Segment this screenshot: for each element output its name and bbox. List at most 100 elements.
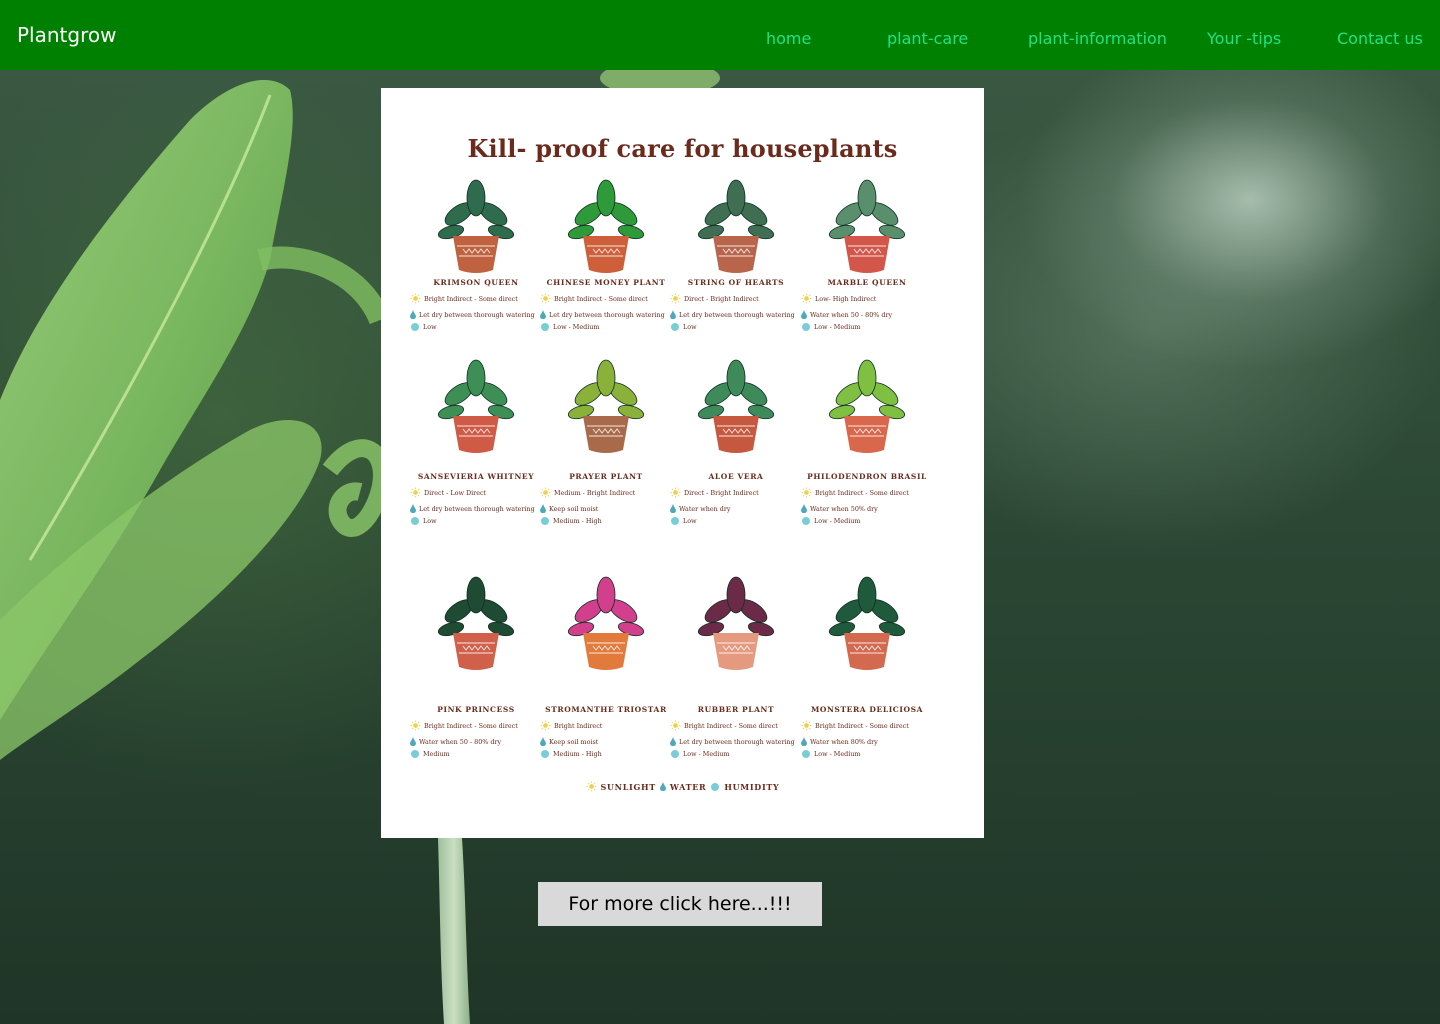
more-info-button[interactable]: For more click here...!!!	[538, 882, 822, 926]
water-requirement: Keep soil moist	[540, 737, 676, 746]
plant-card	[666, 176, 806, 276]
light-text: Direct - Bright Indirect	[684, 294, 759, 303]
nav-link-home[interactable]: home	[766, 29, 811, 48]
humidity-dot-icon	[541, 323, 549, 331]
plant-illustration	[697, 359, 775, 453]
water-text: Water when dry	[679, 504, 731, 513]
water-requirement: Let dry between thorough watering	[670, 310, 806, 319]
water-text: Keep soil moist	[549, 504, 599, 513]
plant-card	[797, 176, 937, 276]
plant-illustration	[697, 179, 775, 273]
humidity-dot-icon	[411, 323, 419, 331]
water-text: Let dry between thorough watering	[549, 310, 665, 319]
plant-illustration	[567, 576, 645, 670]
site-brand[interactable]: Plantgrow	[17, 23, 116, 47]
humidity-dot-icon	[802, 750, 810, 758]
water-text: Let dry between thorough watering	[419, 310, 535, 319]
light-requirement: Bright Indirect - Some direct	[410, 293, 546, 304]
humidity-text: Low	[423, 517, 437, 525]
humidity-requirement: Low	[670, 323, 806, 331]
plant-illustration	[828, 576, 906, 670]
plant-card	[406, 176, 546, 276]
light-requirement: Bright Indirect - Some direct	[540, 293, 676, 304]
nav-link-contact-us[interactable]: Contact us	[1337, 29, 1423, 48]
light-requirement: Low- High Indirect	[801, 293, 937, 304]
humidity-text: Low - Medium	[814, 323, 861, 331]
light-text: Bright Indirect - Some direct	[684, 721, 778, 730]
water-text: Water when 50% dry	[810, 504, 878, 513]
plant-name: Stromanthe Triostar	[545, 705, 667, 714]
plant-illustration	[697, 576, 775, 670]
plant-illustration	[567, 359, 645, 453]
water-requirement: Let dry between thorough watering	[410, 310, 546, 319]
humidity-requirement: Medium - High	[540, 517, 676, 525]
humidity-requirement: Low - Medium	[670, 750, 806, 758]
plant-card	[406, 543, 546, 673]
top-navigation-bar: Plantgrow home plant-care plant-informat…	[0, 0, 1440, 70]
light-text: Bright Indirect - Some direct	[424, 721, 518, 730]
water-text: Let dry between thorough watering	[679, 310, 795, 319]
humidity-dot-icon	[671, 517, 679, 525]
water-drop-icon	[410, 504, 416, 513]
plant-illustration	[437, 359, 515, 453]
humidity-text: Low	[423, 323, 437, 331]
water-drop-icon	[410, 310, 416, 319]
light-requirement: Bright Indirect	[540, 720, 676, 731]
humidity-dot-icon	[671, 750, 679, 758]
plant-illustration	[567, 179, 645, 273]
humidity-text: Low - Medium	[683, 750, 730, 758]
water-requirement: Water when 50 - 80% dry	[410, 737, 546, 746]
sun-icon	[670, 720, 681, 731]
water-drop-icon	[670, 310, 676, 319]
poster-legend: Sunlight Water Humidity	[381, 781, 984, 792]
legend-humidity: Humidity	[724, 781, 780, 792]
plant-card	[797, 356, 937, 456]
sun-icon	[410, 720, 421, 731]
legend-water: Water	[669, 781, 707, 792]
humidity-text: Medium	[423, 750, 450, 758]
water-requirement: Keep soil moist	[540, 504, 676, 513]
humidity-dot-icon	[711, 782, 720, 791]
water-requirement: Water when dry	[670, 504, 806, 513]
plant-card	[536, 176, 676, 276]
light-requirement: Bright Indirect - Some direct	[670, 720, 806, 731]
plant-care-info: Philodendron Brasil Bright Indirect - Som…	[797, 472, 937, 525]
plant-name: Philodendron Brasil	[807, 472, 927, 481]
water-drop-icon	[670, 737, 676, 746]
nav-link-plant-information[interactable]: plant-information	[1028, 29, 1167, 48]
plant-care-info: Stromanthe Triostar Bright Indirect Keep s…	[536, 705, 676, 758]
water-requirement: Water when 80% dry	[801, 737, 937, 746]
water-drop-icon	[801, 310, 807, 319]
plant-illustration	[828, 359, 906, 453]
light-text: Bright Indirect - Some direct	[424, 294, 518, 303]
sun-icon	[540, 293, 551, 304]
light-requirement: Bright Indirect - Some direct	[801, 720, 937, 731]
humidity-text: Medium - High	[553, 750, 602, 758]
plant-name: Pink Princess	[437, 705, 515, 714]
light-text: Bright Indirect - Some direct	[554, 294, 648, 303]
light-requirement: Medium - Bright Indirect	[540, 487, 676, 498]
sun-icon	[410, 293, 421, 304]
sun-icon	[670, 293, 681, 304]
light-text: Bright Indirect - Some direct	[815, 721, 909, 730]
humidity-text: Medium - High	[553, 517, 602, 525]
humidity-dot-icon	[411, 750, 419, 758]
plant-care-info: Sansevieria Whitney Direct - Low Direct Le…	[406, 472, 546, 525]
plant-card	[536, 356, 676, 456]
plant-care-info: Krimson Queen Bright Indirect - Some dire…	[406, 278, 546, 331]
humidity-requirement: Medium - High	[540, 750, 676, 758]
plant-name: Prayer Plant	[569, 472, 643, 481]
humidity-dot-icon	[541, 750, 549, 758]
plant-illustration	[437, 179, 515, 273]
sun-icon	[801, 720, 812, 731]
humidity-requirement: Medium	[410, 750, 546, 758]
sun-icon	[540, 487, 551, 498]
nav-link-plant-care[interactable]: plant-care	[887, 29, 968, 48]
water-text: Water when 80% dry	[810, 737, 878, 746]
humidity-text: Low - Medium	[814, 750, 861, 758]
nav-link-your-tips[interactable]: Your -tips	[1207, 29, 1281, 48]
plant-card	[536, 543, 676, 673]
humidity-dot-icon	[411, 517, 419, 525]
water-requirement: Let dry between thorough watering	[410, 504, 546, 513]
light-text: Medium - Bright Indirect	[554, 488, 636, 497]
